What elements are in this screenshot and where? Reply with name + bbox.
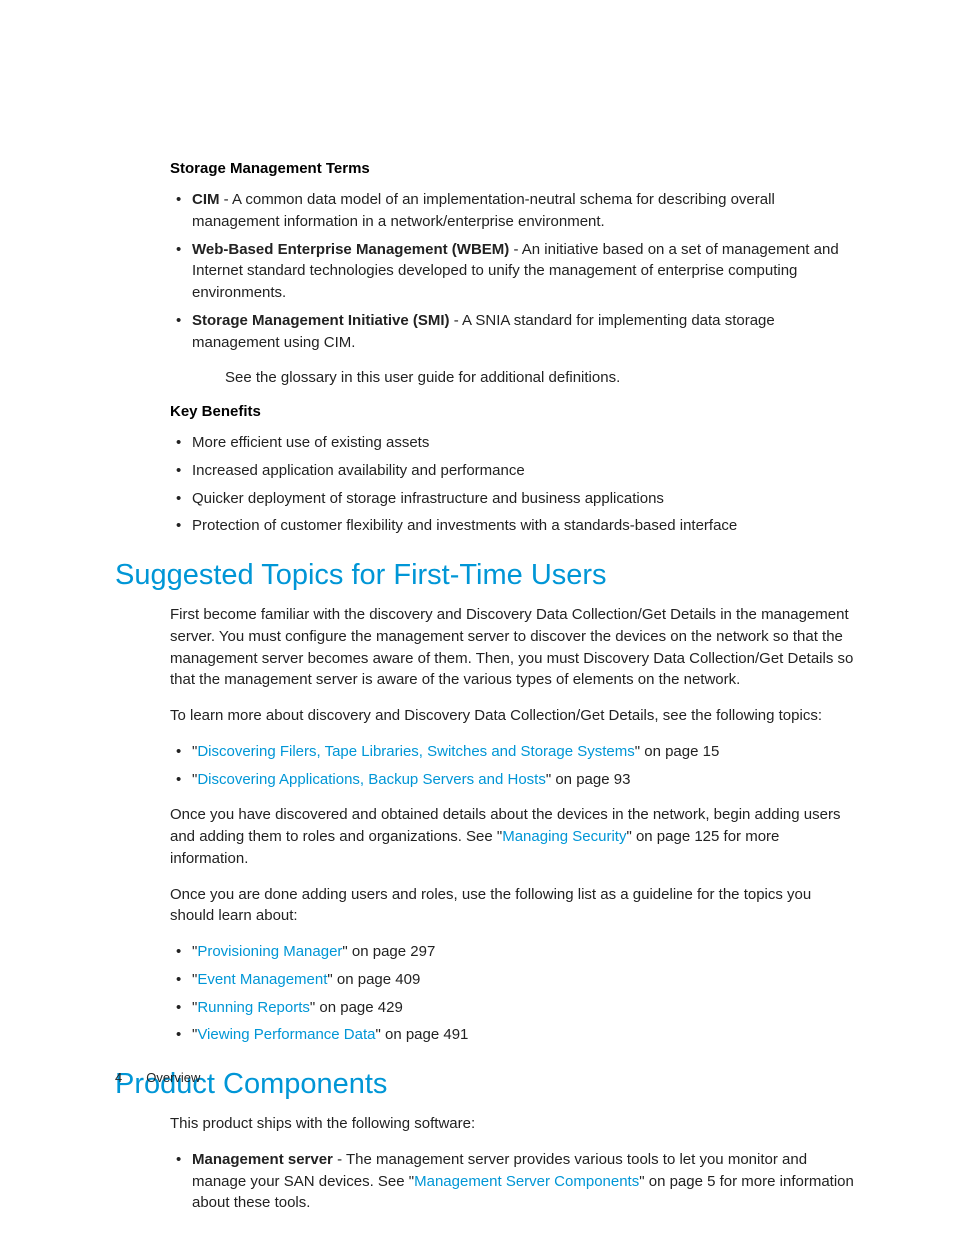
link-discovering-applications[interactable]: Discovering Applications, Backup Servers…: [197, 771, 546, 788]
link-event-management[interactable]: Event Management: [197, 971, 327, 988]
link-running-reports[interactable]: Running Reports: [197, 999, 310, 1016]
term-name: Storage Management Initiative (SMI): [192, 312, 450, 329]
link-managing-security[interactable]: Managing Security: [502, 828, 626, 845]
list-item: Web-Based Enterprise Management (WBEM) -…: [170, 239, 859, 304]
list-item: "Viewing Performance Data" on page 491: [170, 1024, 859, 1046]
topic-links-1: "Discovering Filers, Tape Libraries, Swi…: [170, 741, 859, 791]
term-name: Web-Based Enterprise Management (WBEM): [192, 241, 509, 258]
paragraph: This product ships with the following so…: [170, 1113, 859, 1135]
terms-heading: Storage Management Terms: [170, 160, 859, 177]
paragraph: First become familiar with the discovery…: [170, 604, 859, 691]
page-number: 4: [115, 1070, 122, 1085]
components-list: Management server - The management serve…: [170, 1149, 859, 1214]
link-viewing-performance-data[interactable]: Viewing Performance Data: [197, 1026, 375, 1043]
quote-post: " on page 297: [342, 943, 435, 960]
quote-post: " on page 409: [327, 971, 420, 988]
link-management-server-components[interactable]: Management Server Components: [414, 1173, 639, 1190]
term-name: CIM: [192, 191, 220, 208]
list-item: Increased application availability and p…: [170, 460, 859, 482]
list-item: More efficient use of existing assets: [170, 432, 859, 454]
section-heading-suggested-topics: Suggested Topics for First-Time Users: [115, 559, 859, 592]
quote-post: " on page 429: [310, 999, 403, 1016]
page-content: Storage Management Terms CIM - A common …: [0, 0, 954, 1214]
list-item: CIM - A common data model of an implemen…: [170, 189, 859, 233]
quote-post: " on page 491: [375, 1026, 468, 1043]
paragraph: Once you have discovered and obtained de…: [170, 804, 859, 869]
topic-links-2: "Provisioning Manager" on page 297 "Even…: [170, 941, 859, 1046]
list-item: Quicker deployment of storage infrastruc…: [170, 488, 859, 510]
list-item: "Running Reports" on page 429: [170, 997, 859, 1019]
list-item: "Discovering Applications, Backup Server…: [170, 769, 859, 791]
section1-body: First become familiar with the discovery…: [170, 604, 859, 1046]
link-discovering-filers[interactable]: Discovering Filers, Tape Libraries, Swit…: [197, 743, 634, 760]
list-item: Protection of customer flexibility and i…: [170, 515, 859, 537]
glossary-note: See the glossary in this user guide for …: [170, 367, 859, 389]
terms-list: CIM - A common data model of an implemen…: [170, 189, 859, 353]
section2-body: This product ships with the following so…: [170, 1113, 859, 1214]
paragraph: To learn more about discovery and Discov…: [170, 705, 859, 727]
term-desc: - A common data model of an implementati…: [192, 191, 775, 230]
benefits-list: More efficient use of existing assets In…: [170, 432, 859, 537]
section-heading-product-components: Product Components: [115, 1068, 859, 1101]
quote-post: " on page 93: [546, 771, 631, 788]
quote-post: " on page 15: [635, 743, 720, 760]
terms-block: Storage Management Terms CIM - A common …: [170, 160, 859, 537]
list-item: "Discovering Filers, Tape Libraries, Swi…: [170, 741, 859, 763]
list-item: Management server - The management serve…: [170, 1149, 859, 1214]
term-name: Management server: [192, 1151, 333, 1168]
list-item: Storage Management Initiative (SMI) - A …: [170, 310, 859, 354]
chapter-name: Overview: [146, 1070, 200, 1085]
benefits-heading: Key Benefits: [170, 403, 859, 420]
paragraph: Once you are done adding users and roles…: [170, 884, 859, 928]
link-provisioning-manager[interactable]: Provisioning Manager: [197, 943, 342, 960]
list-item: "Provisioning Manager" on page 297: [170, 941, 859, 963]
list-item: "Event Management" on page 409: [170, 969, 859, 991]
page-footer: 4 Overview: [115, 1070, 200, 1085]
